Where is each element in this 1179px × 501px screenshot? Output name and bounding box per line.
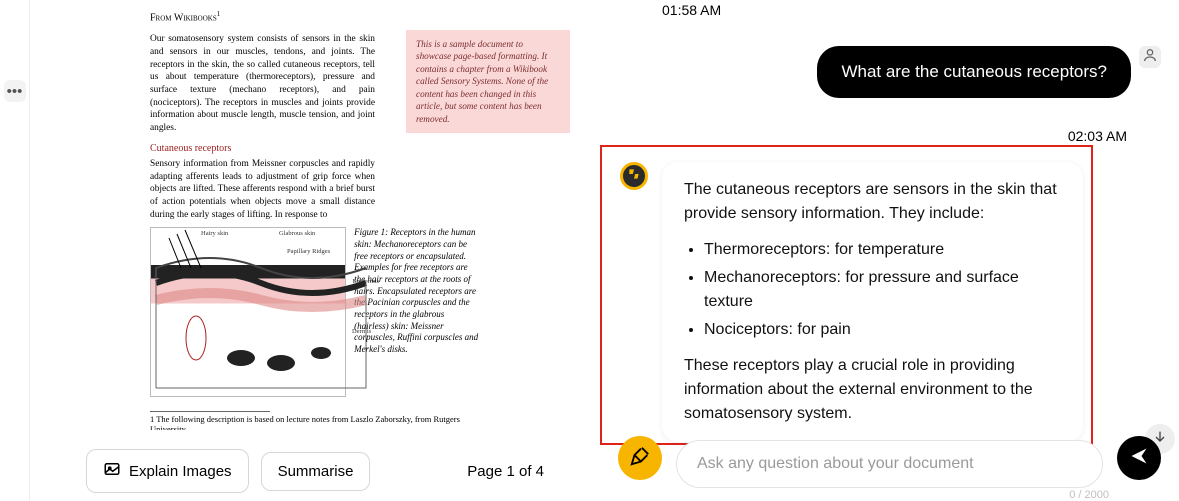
image-icon: [103, 460, 121, 482]
explain-images-button[interactable]: Explain Images: [86, 449, 249, 493]
section-heading: Cutaneous receptors: [150, 143, 375, 154]
broom-icon: [629, 445, 651, 472]
doc-source-line: From Wikibooks1: [150, 10, 480, 23]
assistant-avatar: [620, 162, 648, 190]
sample-callout: This is a sample document to showcase pa…: [406, 30, 570, 133]
timestamp-2: 02:03 AM: [1068, 128, 1127, 144]
document-page: From Wikibooks1 This is a sample documen…: [50, 0, 580, 430]
assistant-highlight-box: The cutaneous receptors are sensors in t…: [600, 145, 1093, 445]
figure-caption: Figure 1: Receptors in the human skin: M…: [354, 227, 480, 397]
timestamp-1: 01:58 AM: [662, 2, 1161, 18]
char-counter: 0 / 2000: [1069, 489, 1109, 501]
person-icon: [1142, 47, 1158, 68]
doc-intro: Our somatosensory system consists of sen…: [150, 33, 375, 135]
assistant-intro: The cutaneous receptors are sensors in t…: [684, 178, 1061, 226]
user-message-bubble: What are the cutaneous receptors?: [817, 46, 1131, 98]
send-button[interactable]: [1117, 436, 1161, 480]
left-rail: •••: [0, 0, 30, 501]
footnote: 1 The following description is based on …: [150, 414, 480, 430]
user-avatar: [1139, 46, 1161, 68]
rail-more-button[interactable]: •••: [4, 80, 26, 102]
summarise-button[interactable]: Summarise: [261, 452, 371, 491]
explain-images-label: Explain Images: [129, 463, 232, 480]
list-item: Nociceptors: for pain: [704, 318, 1061, 342]
send-icon: [1129, 446, 1149, 471]
list-item: Mechanoreceptors: for pressure and surfa…: [704, 266, 1061, 314]
footnote-rule: [150, 411, 270, 412]
document-pane: From Wikibooks1 This is a sample documen…: [30, 0, 600, 501]
page-indicator: Page 1 of 4: [467, 463, 544, 480]
more-icon: •••: [7, 83, 23, 100]
chat-input[interactable]: [676, 440, 1103, 488]
section-body: Sensory information from Meissner corpus…: [150, 158, 375, 221]
document-toolbar: Explain Images Summarise Page 1 of 4: [30, 441, 600, 501]
assistant-list: Thermoreceptors: for temperature Mechano…: [704, 238, 1061, 342]
assistant-outro: These receptors play a crucial role in p…: [684, 354, 1061, 426]
assistant-message-bubble: The cutaneous receptors are sensors in t…: [662, 162, 1083, 442]
user-message-row: What are the cutaneous receptors?: [618, 46, 1161, 98]
summarise-label: Summarise: [278, 463, 354, 480]
list-item: Thermoreceptors: for temperature: [704, 238, 1061, 262]
bot-icon: [627, 167, 641, 186]
skin-figure: Hairy skin Glabrous skin Papillary Ridge…: [150, 227, 346, 397]
chat-pane: 01:58 AM What are the cutaneous receptor…: [600, 0, 1179, 501]
clear-chat-button[interactable]: [618, 436, 662, 480]
